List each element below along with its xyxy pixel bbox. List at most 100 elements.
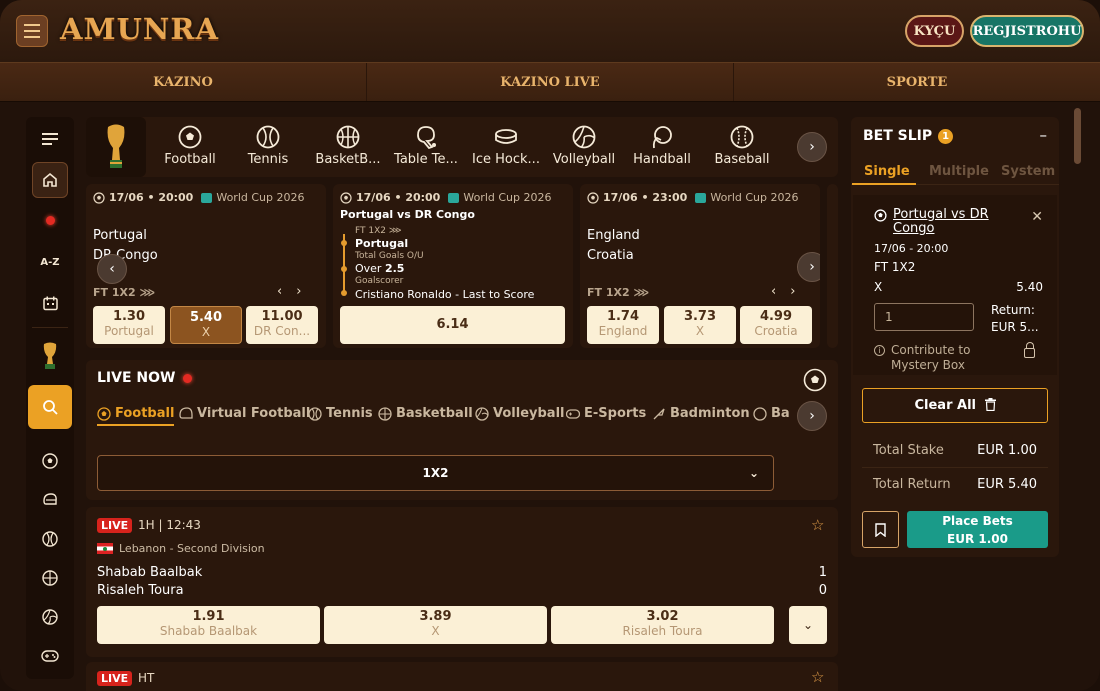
live-tab-basketball[interactable]: Basketball — [378, 406, 473, 421]
odd-button-draw[interactable]: 5.40 X — [170, 306, 242, 344]
market-arrows[interactable]: ‹› — [771, 284, 809, 299]
close-icon[interactable]: ✕ — [1031, 209, 1043, 225]
football-icon[interactable] — [803, 368, 827, 392]
odd-button-home[interactable]: 1.74 England — [587, 306, 659, 344]
live-tab-badminton[interactable]: Badminton — [652, 406, 750, 421]
top-bar: AMUNRA KYÇU REGJISTROHU — [0, 0, 1100, 62]
odd-button-home[interactable]: 1.91 Shabab Baalbak — [97, 606, 320, 644]
volleyball-icon — [572, 125, 596, 149]
world-cup-tab[interactable] — [86, 117, 146, 177]
match-datetime: 17/06 • 20:00 — [109, 191, 194, 204]
match-card-portugal-drcongo[interactable]: 17/06 • 20:00 World Cup 2026 Portugal DR… — [86, 184, 326, 348]
register-button[interactable]: REGJISTROHU — [970, 15, 1084, 47]
live-tab-football[interactable]: Football — [97, 406, 175, 426]
sport-tab-handball[interactable]: Handball — [628, 123, 696, 173]
match-clock: HT — [138, 671, 155, 685]
match-card-england-croatia[interactable]: 17/06 • 23:00 World Cup 2026 England Cro… — [580, 184, 820, 348]
sports-next-button[interactable]: › — [797, 132, 827, 162]
sport-tab-football[interactable]: Football — [152, 123, 228, 173]
live-match-card[interactable]: LIVE 1H | 12:43 ☆ Lebanon - Second Divis… — [86, 507, 838, 657]
bet-builder-title: Portugal vs DR Congo — [340, 208, 475, 221]
tab-single[interactable]: Single — [864, 164, 910, 179]
gamepad-icon[interactable] — [32, 638, 68, 674]
home-icon[interactable] — [32, 162, 68, 198]
amunra-logo[interactable]: AMUNRA — [60, 12, 219, 48]
odd-button-draw[interactable]: 3.73 X — [664, 306, 736, 344]
favorite-star-icon[interactable]: ☆ — [811, 516, 824, 534]
home-team: England — [587, 228, 640, 243]
nav-kazino[interactable]: KAZINO — [0, 63, 367, 101]
sport-tab-volleyball[interactable]: Volleyball — [548, 123, 620, 173]
bb-market-1: FT 1X2 ⋙ — [355, 226, 402, 236]
market-label: FT 1X2 ⋙ — [93, 286, 156, 299]
odd-button-away[interactable]: 3.02 Risaleh Toura — [551, 606, 774, 644]
bb-selection-3: Cristiano Ronaldo - Last to Score — [355, 288, 535, 301]
sport-tab-label: Ice Hock... — [472, 152, 540, 167]
tab-multiple[interactable]: Multiple — [929, 164, 989, 179]
place-bets-button[interactable]: Place Bets EUR 1.00 — [907, 511, 1048, 548]
live-badge: LIVE — [97, 671, 133, 686]
volleyball-icon[interactable] — [32, 599, 68, 635]
away-score: 0 — [818, 583, 827, 598]
sport-tab-tennis[interactable]: Tennis — [238, 123, 298, 173]
az-icon[interactable]: A-Z — [32, 244, 68, 280]
page-scrollbar[interactable] — [1074, 108, 1081, 164]
world-cup-trophy-icon — [107, 124, 125, 168]
clear-all-button[interactable]: Clear All — [862, 388, 1048, 423]
market-arrows[interactable]: ‹› — [277, 284, 315, 299]
stake-input[interactable]: 1 — [874, 303, 974, 331]
nav-sporte[interactable]: SPORTE — [734, 63, 1100, 101]
cards-next-button[interactable]: › — [797, 252, 820, 282]
sport-tab-basketball[interactable]: BasketB... — [312, 123, 384, 173]
live-tab-virtual-football[interactable]: Virtual Football — [179, 406, 310, 421]
odd-button-home[interactable]: 1.30 Portugal — [93, 306, 165, 344]
live-tab-esports[interactable]: E-Sports — [566, 406, 646, 421]
sport-tab-label: Football — [164, 152, 216, 167]
odd-button-away[interactable]: 11.00 DR Con... — [246, 306, 318, 344]
selection-match-link[interactable]: Portugal vs DR Congo — [893, 208, 1013, 236]
login-button[interactable]: KYÇU — [905, 15, 964, 47]
minimize-icon[interactable]: – — [1040, 126, 1048, 144]
live-tab-tennis[interactable]: Tennis — [308, 406, 373, 421]
selection-pick: X — [874, 280, 883, 294]
match-card-partial[interactable] — [827, 184, 838, 348]
calendar-icon[interactable] — [32, 285, 68, 321]
match-datetime: 17/06 • 20:00 — [356, 191, 441, 204]
sport-tab-table-tennis[interactable]: Table Te... — [390, 123, 462, 173]
live-badge: LIVE — [97, 518, 133, 533]
tab-system[interactable]: System — [1001, 164, 1055, 179]
sport-tab-baseball[interactable]: Baseball — [708, 123, 776, 173]
american-football-helmet-icon[interactable] — [32, 482, 68, 518]
live-dot-icon[interactable] — [32, 202, 68, 238]
bet-builder-odd-button[interactable]: 6.14 — [340, 306, 565, 344]
live-tabs-next-button[interactable]: › — [797, 401, 827, 431]
bookmark-button[interactable] — [862, 511, 899, 548]
list-menu-icon[interactable] — [32, 121, 68, 157]
football-icon[interactable] — [32, 443, 68, 479]
odd-button-away[interactable]: 4.99 Croatia — [740, 306, 812, 344]
selection-odd: 5.40 — [1016, 280, 1043, 294]
search-button[interactable] — [28, 385, 72, 429]
football-icon — [178, 125, 202, 149]
bet-builder-card[interactable]: 17/06 • 20:00 World Cup 2026 Portugal vs… — [333, 184, 573, 348]
card-header: 17/06 • 20:00 World Cup 2026 — [340, 191, 552, 204]
basketball-icon[interactable] — [32, 560, 68, 596]
tennis-icon[interactable] — [32, 521, 68, 557]
world-cup-trophy-icon[interactable] — [32, 338, 68, 374]
market-select-dropdown[interactable]: 1X2 ⌄ — [97, 455, 774, 491]
more-markets-button[interactable]: ⌄ — [789, 606, 827, 644]
nav-kazino-live[interactable]: KAZINO LIVE — [367, 63, 734, 101]
home-score: 1 — [818, 565, 827, 580]
live-match-card[interactable]: LIVE HT ☆ — [86, 662, 838, 691]
favorite-star-icon[interactable]: ☆ — [811, 668, 824, 686]
live-now-title: LIVE NOW — [97, 370, 193, 386]
cards-prev-button[interactable]: ‹ — [97, 254, 127, 284]
sport-tab-ice-hockey[interactable]: Ice Hock... — [470, 123, 542, 173]
live-tab-baseball[interactable]: Ba — [753, 406, 793, 421]
football-icon — [97, 406, 111, 421]
total-return-label: Total Return — [873, 477, 951, 492]
hamburger-menu-button[interactable] — [16, 15, 48, 47]
live-tab-volleyball[interactable]: Volleyball — [475, 406, 564, 421]
basketball-icon — [336, 125, 360, 149]
odd-button-draw[interactable]: 3.89 X — [324, 606, 547, 644]
